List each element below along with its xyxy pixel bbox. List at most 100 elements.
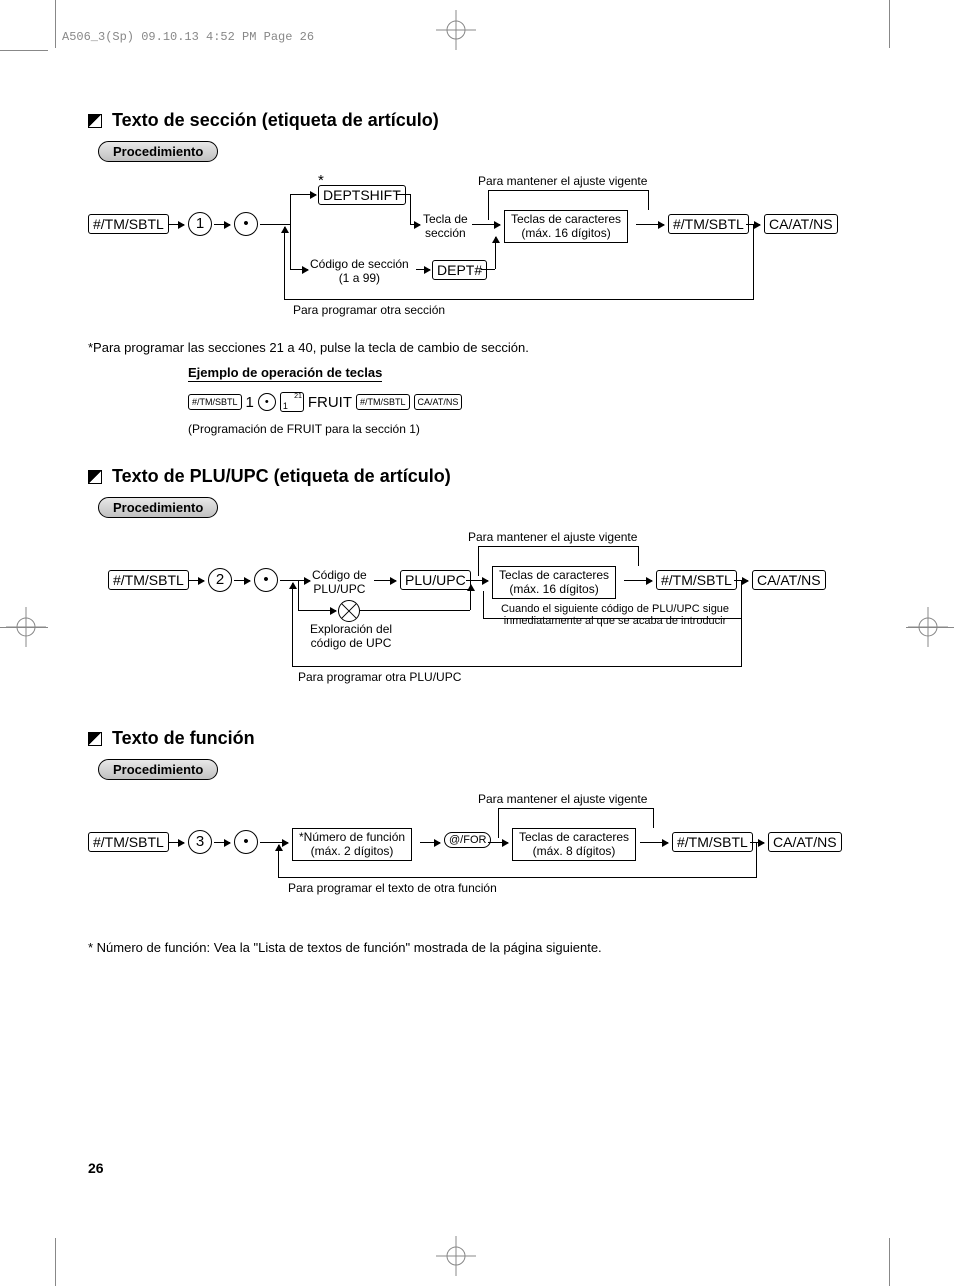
line [298,580,299,610]
arrow-icon [750,842,764,843]
arrow-icon [472,224,500,225]
registration-mark-icon [436,1236,476,1276]
registration-mark-icon [436,10,476,50]
section-1: Texto de sección (etiqueta de artículo) … [88,110,868,436]
arrow-icon [214,224,230,225]
textbox: Teclas de caracteres (máx. 8 dígitos) [512,828,636,861]
line [753,224,754,299]
section-heading: Texto de PLU/UPC (etiqueta de artículo) [88,466,868,487]
page-content: Texto de sección (etiqueta de artículo) … [88,110,868,985]
heading-text: Texto de PLU/UPC (etiqueta de artículo) [112,466,451,487]
arrow-icon [624,580,652,581]
key-square-small: 121 [280,392,304,412]
key-box: CA/AT/NS [764,214,838,234]
key-box: CA/AT/NS [752,570,826,590]
registration-mark-icon [6,607,46,647]
example-note: (Programación de FRUIT para la sección 1… [188,422,868,436]
arrow-icon [298,580,310,581]
procedure-badge: Procedimiento [98,497,218,518]
key-box: @/FOR [444,832,491,848]
key-circle: 1 [188,212,212,236]
arrow-icon [298,610,336,611]
text: FRUIT [308,394,352,411]
line [290,194,291,269]
heading-text: Texto de sección (etiqueta de artículo) [112,110,439,131]
footnote: * Número de función: Vea la "Lista de te… [88,940,868,955]
arrow-icon [290,269,308,270]
example-title: Ejemplo de operación de teclas [188,365,382,382]
line [488,190,489,220]
line [410,194,411,224]
line [498,808,653,809]
arrow-icon [168,224,184,225]
procedure-badge: Procedimiento [98,759,218,780]
preserve-label: Para mantener el ajuste vigente [468,530,637,544]
line [481,269,495,270]
arrow-icon [188,580,204,581]
key-small: #/TM/SBTL [188,394,242,410]
arrow-icon [495,237,496,269]
line [278,877,757,878]
key-circle: • [234,212,258,236]
key-circle: 3 [188,830,212,854]
label: Código de sección (1 a 99) [310,257,409,285]
arrow-icon [466,580,488,581]
key-circle-small: • [258,393,276,411]
key-box: CA/AT/NS [768,832,842,852]
preserve-label: Para mantener el ajuste vigente [478,792,647,806]
line [648,190,649,210]
arrow-icon [374,580,396,581]
line [280,580,298,581]
preserve-label: Para mantener el ajuste vigente [478,174,647,188]
arrow-icon [214,842,230,843]
key-box: #/TM/SBTL [668,214,749,234]
arrow-icon [168,842,184,843]
section-2: Texto de PLU/UPC (etiqueta de artículo) … [88,466,868,698]
arrow-icon [488,842,508,843]
line [638,546,639,566]
line [756,842,757,877]
text: 1 [246,394,254,411]
textbox: *Número de función (máx. 2 dígitos) [292,828,412,861]
page-number: 26 [88,1160,104,1176]
line [260,224,290,225]
key-box: DEPT# [432,260,487,280]
key-small: #/TM/SBTL [356,394,410,410]
label: Para programar otra PLU/UPC [298,670,461,684]
flowchart-2: Para mantener el ajuste vigente #/TM/SBT… [88,528,868,698]
crop-mark [889,0,890,48]
label: Exploración del código de UPC [310,622,392,650]
line [478,546,479,576]
textbox: Teclas de caracteres (máx. 16 dígitos) [504,210,628,243]
key-box: #/TM/SBTL [672,832,753,852]
label: Tecla de sección [423,212,468,240]
crop-mark [55,0,56,48]
scan-icon [338,600,360,622]
key-box: DEPTSHIFT [318,185,406,205]
key-sequence: #/TM/SBTL 1 • 121 FRUIT #/TM/SBTL CA/AT/… [188,392,868,412]
arrow-icon [640,842,668,843]
line [292,666,742,667]
key-circle: • [254,568,278,592]
registration-mark-icon [908,607,948,647]
line [360,610,470,611]
section-heading: Texto de sección (etiqueta de artículo) [88,110,868,131]
arrow-icon [420,842,440,843]
line [653,808,654,828]
section-3: Texto de función Procedimiento Para mant… [88,728,868,955]
key-circle: • [234,830,258,854]
crop-mark [0,50,48,51]
arrow-icon [278,845,279,877]
key-box: #/TM/SBTL [88,214,169,234]
flowchart-3: Para mantener el ajuste vigente #/TM/SBT… [88,790,868,910]
arrow-icon [636,224,664,225]
key-small: CA/AT/NS [414,394,463,410]
bullet-icon [88,114,102,128]
bullet-icon [88,470,102,484]
label: Cuando el siguiente código de PLU/UPC si… [470,603,760,627]
line [284,299,754,300]
line [741,618,742,666]
line [396,194,410,195]
textbox: Teclas de caracteres (máx. 16 dígitos) [492,566,616,599]
procedure-badge: Procedimiento [98,141,218,162]
